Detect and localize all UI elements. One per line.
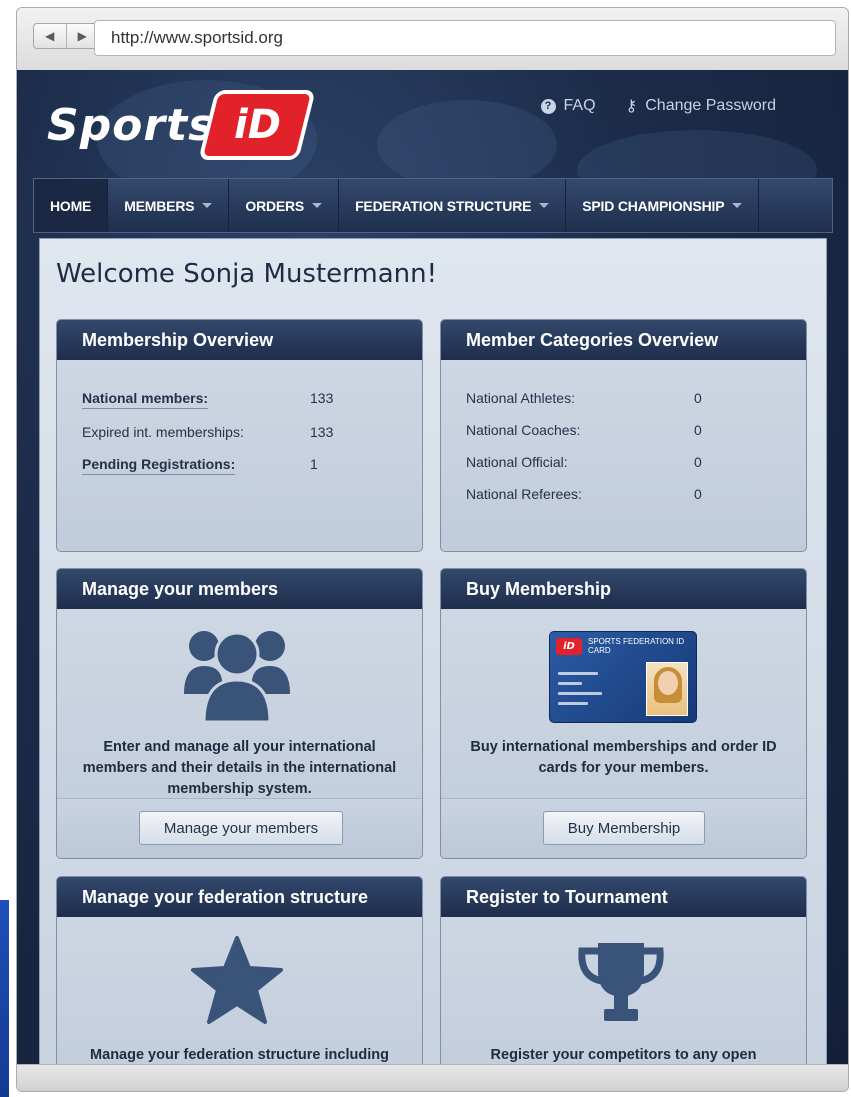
id-card-logo: iD [556,638,582,655]
menu-home[interactable]: HOME [34,179,109,232]
menu-spid-championship[interactable]: SPID CHAMPIONSHIP [566,179,760,232]
federation-structure-panel: Manage your federation structure Manage … [56,876,423,1067]
menu-spid-championship-label: SPID CHAMPIONSHIP [582,197,725,214]
main-content: Welcome Sonja Mustermann! Membership Ove… [39,238,827,1067]
change-password-link[interactable]: ⚷ Change Password [626,96,776,116]
stat-value: 0 [694,390,702,406]
change-password-label: Change Password [645,97,776,114]
main-navigation: HOME MEMBERS ORDERS FEDERATION STRUCTURE… [33,178,833,233]
register-tournament-panel: Register to Tournament Register your com… [440,876,807,1067]
address-bar[interactable]: http://www.sportsid.org [94,20,836,56]
panel-title: Membership Overview [57,320,422,360]
national-members-link[interactable]: National members: [82,390,310,406]
id-card-fields [558,672,608,712]
faq-link[interactable]: ? FAQ [540,96,596,116]
stat-row: National Athletes: 0 [466,390,702,406]
logo-wordmark: Sports [47,100,216,151]
stat-value: 0 [694,422,702,438]
panel-title: Manage your members [57,569,422,609]
panel-description: Manage your federation structure includi… [90,1047,389,1063]
trophy-icon [578,943,664,1021]
menu-federation-structure-label: FEDERATION STRUCTURE [355,197,532,214]
panel-title: Buy Membership [441,569,806,609]
key-icon: ⚷ [625,98,638,115]
chevron-down-icon [312,203,323,208]
stat-row: National Official: 0 [466,454,702,470]
manage-members-panel: Manage your members Enter and manage all… [56,568,423,859]
logo-badge: iD [198,90,316,160]
panel-description: Enter and manage all your international … [82,739,397,797]
menu-orders-label: ORDERS [245,197,305,214]
menu-federation-structure[interactable]: FEDERATION STRUCTURE [339,179,567,232]
stat-row: National Referees: 0 [466,486,702,502]
utility-links: ? FAQ ⚷ Change Password [540,96,776,116]
panel-title: Register to Tournament [441,877,806,917]
stat-row: National members: 133 [82,390,333,406]
menu-orders[interactable]: ORDERS [229,179,340,232]
stat-row: National Coaches: 0 [466,422,702,438]
stat-value: 1 [310,456,318,472]
question-icon: ? [540,98,556,114]
back-arrow-icon[interactable]: ◀ [34,24,66,48]
stat-label: National Coaches: [466,422,581,438]
manage-members-button[interactable]: Manage your members [139,811,343,845]
stat-label: National Referees: [466,486,582,502]
browser-toolbar: ◀ ▶ http://www.sportsid.org [17,8,848,70]
browser-status-bar [17,1064,848,1091]
buy-membership-button[interactable]: Buy Membership [543,811,705,845]
stat-row: Expired int. memberships: 133 [82,424,333,440]
stat-label: National Official: [466,454,568,470]
stat-value: 133 [310,424,334,440]
chevron-down-icon [202,203,213,208]
stat-row: Pending Registrations: 1 [82,456,318,472]
panel-footer: Manage your members [57,798,422,858]
menu-home-label: HOME [50,197,92,214]
world-map-decoration [377,100,557,190]
desktop-background-strip [0,900,9,1097]
membership-overview-panel: Membership Overview National members: 133… [56,319,423,552]
id-card-title: SPORTS FEDERATION ID CARD [588,637,685,655]
pending-registrations-link[interactable]: Pending Registrations: [82,456,310,472]
menu-members[interactable]: MEMBERS [108,179,230,232]
chevron-down-icon [539,203,550,208]
id-card-image: iD SPORTS FEDERATION ID CARD [549,631,697,723]
faq-label: FAQ [563,97,596,114]
menu-members-label: MEMBERS [124,197,195,214]
stat-value: 0 [694,486,702,502]
web-page: Sports iD ? FAQ ⚷ Change Password HOME M… [17,70,848,1067]
id-card-photo [646,662,688,716]
panel-title: Manage your federation structure [57,877,422,917]
stat-label: National Athletes: [466,390,575,406]
buy-membership-panel: Buy Membership iD SPORTS FEDERATION ID C… [440,568,807,859]
member-categories-panel: Member Categories Overview National Athl… [440,319,807,552]
star-icon [191,936,283,1024]
nav-buttons: ◀ ▶ [33,23,99,49]
chevron-down-icon [732,203,743,208]
panel-footer: Buy Membership [441,798,806,858]
stat-value: 0 [694,454,702,470]
panel-description: Register your competitors to any open [490,1047,757,1063]
sportsid-logo[interactable]: Sports iD [47,90,317,162]
panel-description: Buy international memberships and order … [470,739,777,776]
logo-badge-text: iD [233,102,281,148]
stat-label: Expired int. memberships: [82,424,244,440]
stat-value: 133 [310,390,334,406]
browser-window: ◀ ▶ http://www.sportsid.org Sports iD ? … [16,7,849,1092]
people-group-icon [184,631,290,724]
panel-title: Member Categories Overview [441,320,806,360]
page-title: Welcome Sonja Mustermann! [56,259,438,289]
